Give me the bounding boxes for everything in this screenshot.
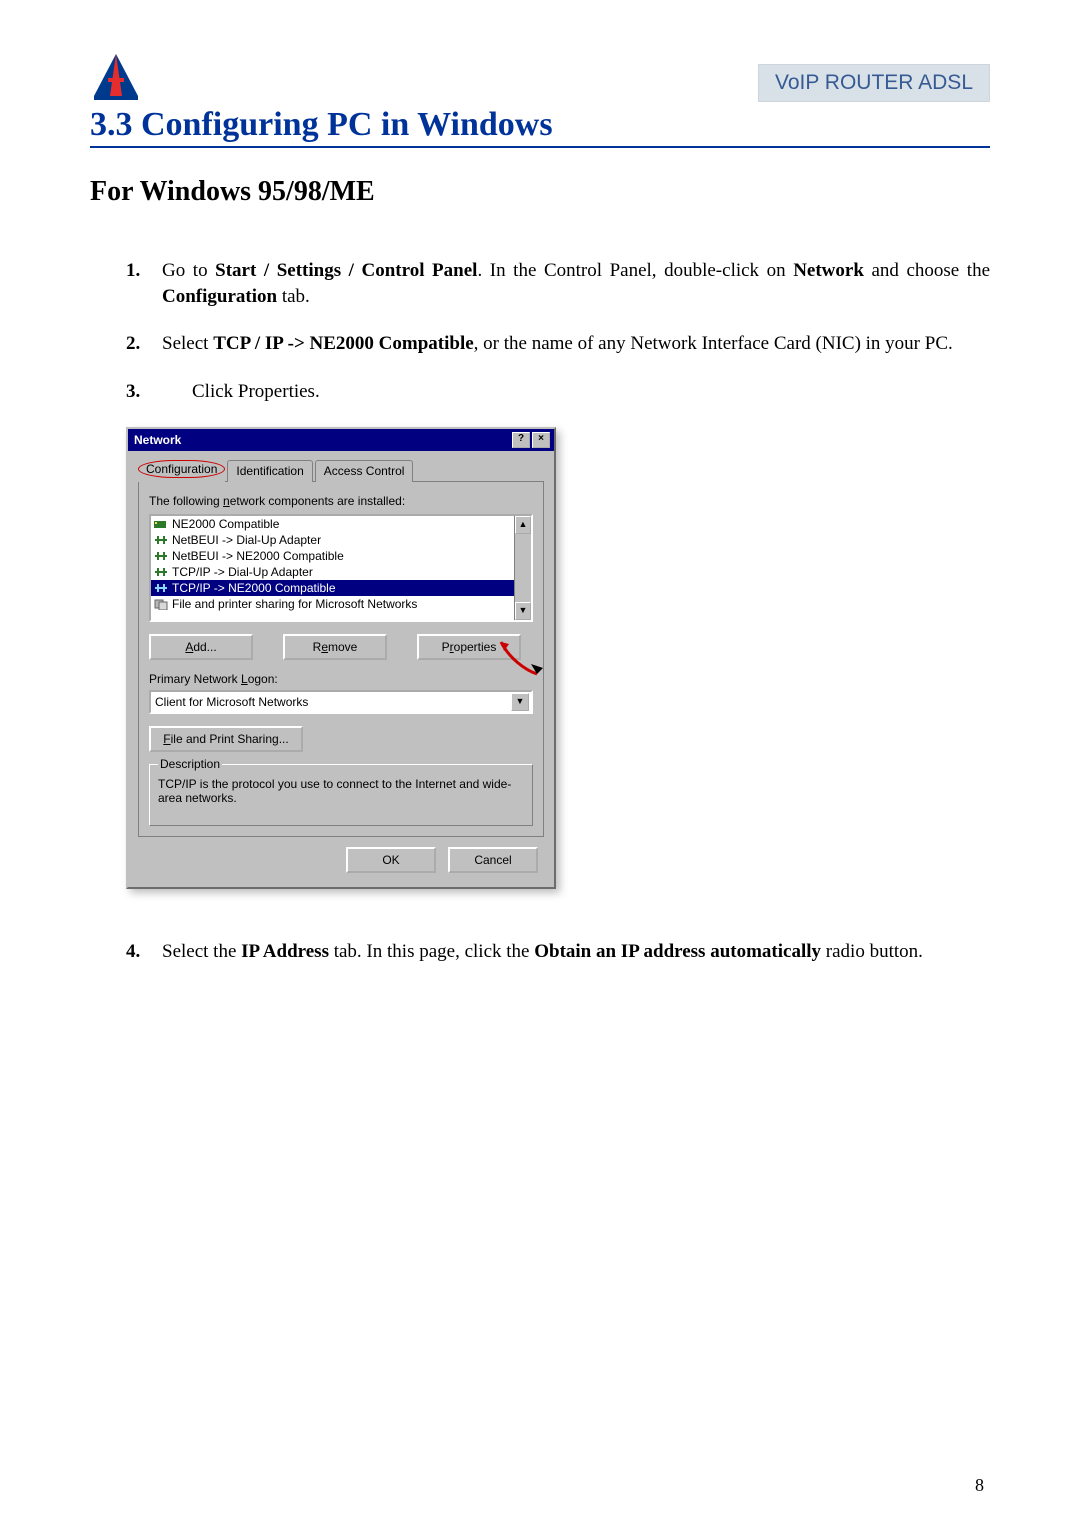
- description-legend: Description: [158, 757, 222, 771]
- text-bold: Configuration: [162, 286, 277, 307]
- list-item-selected[interactable]: TCP/IP -> NE2000 Compatible: [151, 580, 514, 596]
- text-bold: Start / Settings / Control Panel: [215, 260, 477, 281]
- atlantis-logo-icon: [90, 50, 142, 102]
- scroll-down-icon[interactable]: ▼: [515, 602, 531, 620]
- dropdown-selected-value: Client for Microsoft Networks: [155, 695, 308, 709]
- step-number: 1.: [126, 258, 162, 309]
- protocol-icon: [154, 582, 168, 594]
- listbox-scrollbar[interactable]: ▲ ▼: [514, 516, 531, 620]
- step-1: 1. Go to Start / Settings / Control Pane…: [126, 258, 990, 309]
- step-2: 2. Select TCP / IP -> NE2000 Compatible,…: [126, 331, 990, 357]
- step-3: 3. Click Properties.: [126, 379, 990, 405]
- text: and choose the: [864, 260, 990, 281]
- section-heading: 3.3 Configuring PC in Windows: [90, 106, 990, 148]
- protocol-icon: [154, 550, 168, 562]
- add-button[interactable]: Add...: [149, 634, 253, 660]
- description-text: TCP/IP is the protocol you use to connec…: [158, 777, 524, 805]
- list-item[interactable]: NetBEUI -> Dial-Up Adapter: [151, 532, 514, 548]
- text: tab. In this page, click the: [329, 941, 534, 962]
- text: . In the Control Panel, double-click on: [477, 260, 793, 281]
- text-bold: Network: [793, 260, 864, 281]
- list-item[interactable]: TCP/IP -> Dial-Up Adapter: [151, 564, 514, 580]
- remove-button[interactable]: Remove: [283, 634, 387, 660]
- text-bold: TCP / IP -> NE2000 Compatible: [213, 333, 473, 354]
- adapter-icon: [154, 518, 168, 530]
- tabs: Configuration Identification Access Cont…: [138, 459, 544, 481]
- text: Go to: [162, 260, 215, 281]
- chevron-down-icon[interactable]: ▼: [511, 693, 529, 711]
- page-header: VoIP ROUTER ADSL: [90, 50, 990, 102]
- list-item[interactable]: NetBEUI -> NE2000 Compatible: [151, 548, 514, 564]
- components-label: The following network components are ins…: [149, 494, 533, 508]
- cancel-button[interactable]: Cancel: [448, 847, 538, 873]
- step-number: 3.: [126, 379, 162, 405]
- subsection-heading: For Windows 95/98/ME: [90, 176, 990, 208]
- scroll-up-icon[interactable]: ▲: [515, 516, 531, 534]
- brand-logo: [90, 50, 142, 102]
- components-listbox[interactable]: NE2000 Compatible NetBEUI -> Dial-Up Ada…: [149, 514, 533, 622]
- list-item[interactable]: NE2000 Compatible: [151, 516, 514, 532]
- primary-logon-dropdown[interactable]: Client for Microsoft Networks ▼: [149, 690, 533, 714]
- dialog-titlebar: Network ? ×: [128, 429, 554, 451]
- text: Select the: [162, 941, 241, 962]
- configuration-highlight: Configuration: [138, 460, 225, 478]
- help-button[interactable]: ?: [512, 432, 530, 448]
- tab-panel-configuration: The following network components are ins…: [138, 481, 544, 837]
- file-print-sharing-button[interactable]: File and Print Sharing...: [149, 726, 303, 752]
- properties-button[interactable]: Properties: [417, 634, 521, 660]
- text: Click Properties.: [162, 379, 990, 405]
- list-item[interactable]: File and printer sharing for Microsoft N…: [151, 596, 514, 612]
- primary-logon-label: Primary Network Logon:: [149, 672, 533, 686]
- network-dialog: Network ? × Configuration Identification…: [126, 427, 556, 889]
- header-product-label: VoIP ROUTER ADSL: [758, 64, 990, 102]
- text: tab.: [277, 286, 310, 307]
- close-button[interactable]: ×: [532, 432, 550, 448]
- protocol-icon: [154, 566, 168, 578]
- ok-button[interactable]: OK: [346, 847, 436, 873]
- text: Select: [162, 333, 213, 354]
- page-number: 8: [975, 1475, 984, 1496]
- text: , or the name of any Network Interface C…: [474, 333, 953, 354]
- description-group: Description TCP/IP is the protocol you u…: [149, 764, 533, 826]
- step-number: 2.: [126, 331, 162, 357]
- protocol-icon: [154, 534, 168, 546]
- tab-identification[interactable]: Identification: [227, 460, 312, 482]
- text: radio button.: [821, 941, 923, 962]
- tab-access-control[interactable]: Access Control: [315, 460, 414, 482]
- step-number: 4.: [126, 939, 162, 965]
- step-4: 4. Select the IP Address tab. In this pa…: [126, 939, 990, 965]
- service-icon: [154, 598, 168, 610]
- tab-configuration[interactable]: Configuration: [138, 460, 225, 482]
- text-bold: Obtain an IP address automatically: [534, 941, 821, 962]
- dialog-title: Network: [134, 433, 181, 447]
- text-bold: IP Address: [241, 941, 329, 962]
